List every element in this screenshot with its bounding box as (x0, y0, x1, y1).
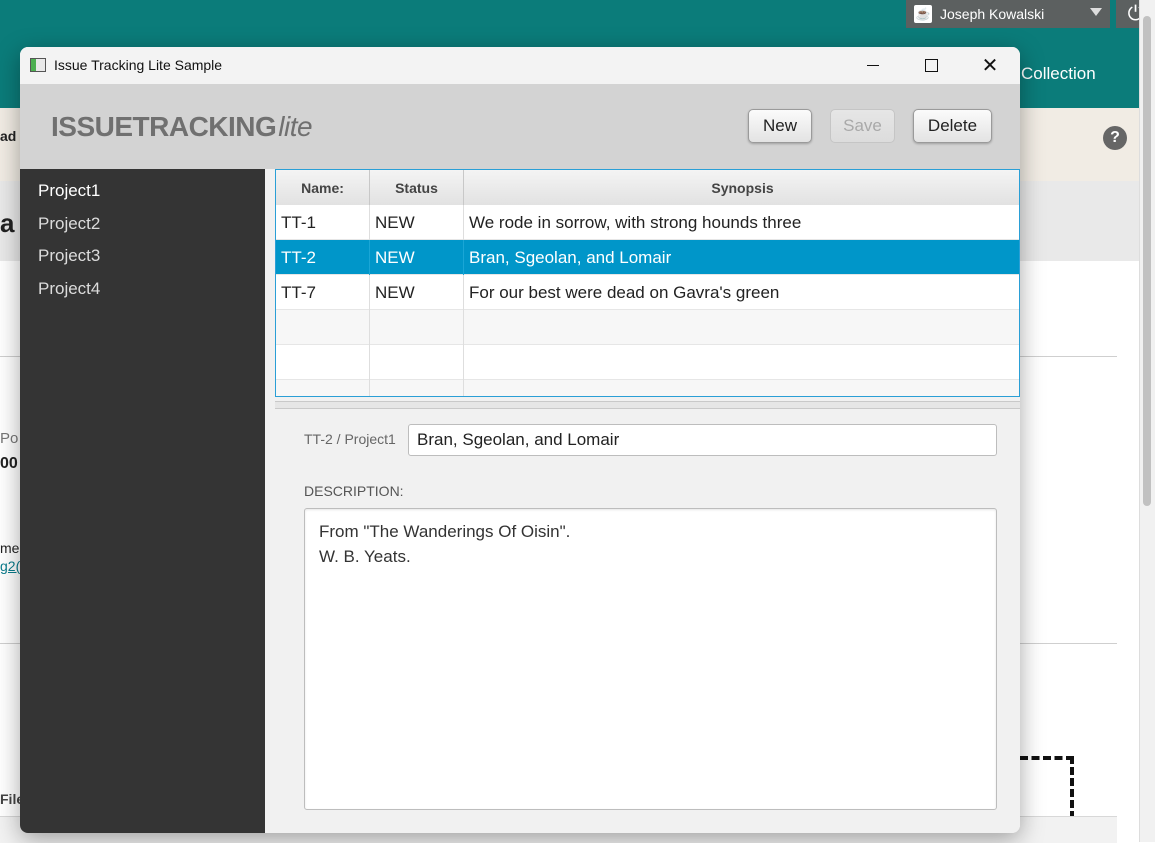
empty-row (276, 345, 1019, 380)
maximize-button[interactable] (907, 47, 955, 84)
synopsis-field[interactable] (408, 424, 997, 456)
project-item-2[interactable]: Project2 (38, 214, 100, 234)
new-button[interactable]: New (748, 109, 812, 143)
description-line: W. B. Yeats. (319, 547, 411, 566)
column-header-status[interactable]: Status (370, 170, 464, 205)
logo-main: ISSUETRACKING (51, 111, 277, 142)
description-label: DESCRIPTION: (304, 483, 404, 499)
collection-link[interactable]: Collection (1021, 64, 1096, 84)
empty-cell (276, 345, 370, 380)
project-item-4[interactable]: Project4 (38, 279, 100, 299)
issue-id-label: TT-2 / Project1 (304, 431, 396, 447)
description-line: From "The Wanderings Of Oisin". (319, 522, 571, 541)
page-fragment: Po (0, 430, 19, 447)
cell-synopsis: Bran, Sgeolan, and Lomair (469, 247, 672, 267)
empty-cell (276, 380, 370, 396)
cell-status: NEW (370, 275, 464, 310)
app-window: Issue Tracking Lite Sample ✕ ISSUETRACKI… (20, 47, 1020, 833)
cell-name: TT-1 (276, 205, 370, 240)
main-content: Name: Status Synopsis TT-1 NEW We rode i… (265, 169, 1020, 833)
maximize-icon (924, 59, 938, 72)
delete-button[interactable]: Delete (913, 109, 992, 143)
page-scrollbar[interactable] (1139, 0, 1155, 842)
table-row-selected[interactable]: TT-2 NEW Bran, Sgeolan, and Lomair (276, 240, 1019, 275)
empty-cell (464, 345, 1019, 380)
app-header: ISSUETRACKINGlite New Save Delete (20, 84, 1020, 169)
description-textarea[interactable]: From "The Wanderings Of Oisin". W. B. Ye… (304, 508, 997, 810)
app-logo: ISSUETRACKINGlite (51, 111, 313, 143)
scrollbar-thumb[interactable] (1143, 16, 1151, 506)
user-name: Joseph Kowalski (940, 6, 1045, 22)
cell-status: NEW (370, 205, 464, 240)
empty-row (276, 310, 1019, 345)
page-fragment: 00 (0, 455, 18, 472)
page-heading-fragment: a (0, 208, 15, 238)
split-divider[interactable] (275, 401, 1020, 409)
empty-cell (370, 310, 464, 345)
close-button[interactable]: ✕ (966, 47, 1014, 84)
empty-cell (276, 310, 370, 345)
window-title: Issue Tracking Lite Sample (54, 57, 223, 73)
page-fragment: me (0, 540, 20, 556)
project-item-3[interactable]: Project3 (38, 246, 100, 266)
page-link-fragment[interactable]: g2( (0, 558, 20, 574)
column-header-synopsis[interactable]: Synopsis (464, 170, 1019, 205)
empty-cell (464, 380, 1019, 396)
title-bar[interactable]: Issue Tracking Lite Sample ✕ (20, 47, 1020, 84)
app-icon (30, 58, 46, 72)
empty-cell (370, 345, 464, 380)
cell-synopsis: We rode in sorrow, with strong hounds th… (469, 212, 802, 232)
save-button[interactable]: Save (830, 109, 895, 143)
empty-cell (370, 380, 464, 396)
table-header: Name: Status Synopsis (276, 170, 1019, 206)
minimize-icon (867, 65, 879, 66)
help-icon[interactable]: ? (1103, 126, 1127, 150)
empty-row (276, 380, 1019, 396)
cell-name: TT-7 (276, 275, 370, 310)
project-list: Project1 Project2 Project3 Project4 (20, 169, 265, 833)
table-row[interactable]: TT-1 NEW We rode in sorrow, with strong … (276, 205, 1019, 240)
logo-suffix: lite (278, 111, 313, 142)
java-icon: ☕ (914, 5, 932, 23)
close-icon: ✕ (981, 55, 999, 77)
empty-cell (464, 310, 1019, 345)
issues-table[interactable]: Name: Status Synopsis TT-1 NEW We rode i… (275, 169, 1020, 397)
chevron-down-icon (1090, 8, 1102, 16)
column-header-name[interactable]: Name: (276, 170, 370, 205)
cell-name: TT-2 (276, 240, 370, 275)
table-row[interactable]: TT-7 NEW For our best were dead on Gavra… (276, 275, 1019, 310)
minimize-button[interactable] (849, 47, 897, 84)
cell-synopsis: For our best were dead on Gavra's green (469, 282, 780, 302)
project-item-1[interactable]: Project1 (38, 181, 100, 201)
cell-status: NEW (370, 240, 464, 275)
user-menu[interactable]: ☕ Joseph Kowalski (906, 0, 1110, 28)
